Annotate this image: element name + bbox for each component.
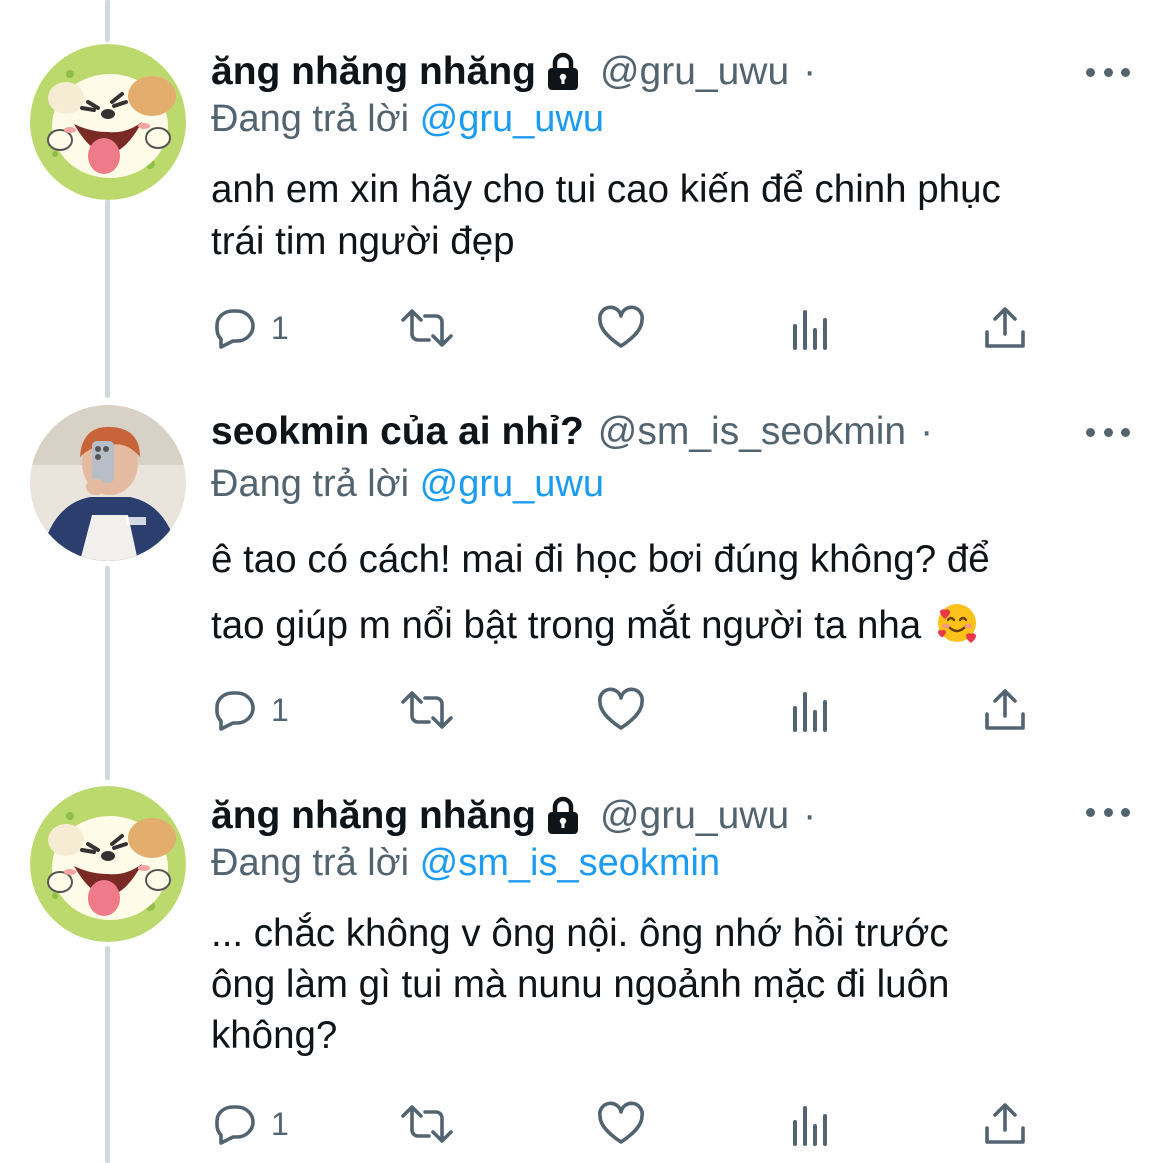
- tweet-text-line: ... chắc không v ông nội. ông nhớ hồi tr…: [211, 912, 949, 955]
- like-button[interactable]: [596, 1094, 646, 1154]
- more-icon[interactable]: [1086, 414, 1130, 450]
- handle[interactable]: @gru_uwu: [600, 794, 789, 838]
- analytics-icon: [791, 304, 835, 352]
- avatar[interactable]: [30, 786, 186, 942]
- action-bar: 1: [211, 1094, 1041, 1154]
- handle[interactable]: @sm_is_seokmin: [598, 410, 906, 454]
- share-icon: [981, 686, 1029, 734]
- tweet-text: ... chắc không v ông nội. ông nhớ hồi tr…: [211, 908, 1141, 1061]
- reply-button[interactable]: 1: [211, 298, 289, 358]
- share-button[interactable]: [981, 1094, 1029, 1154]
- replying-to-label: Đang trả lời: [211, 463, 410, 505]
- like-icon: [596, 304, 646, 352]
- tweet-text-line: trái tim người đẹp: [211, 220, 515, 263]
- reply-button[interactable]: 1: [211, 1094, 289, 1154]
- replying-to-mention[interactable]: @gru_uwu: [420, 98, 604, 140]
- separator-dot: ·: [803, 794, 817, 837]
- reply-icon: [211, 686, 259, 734]
- analytics-button[interactable]: [791, 680, 835, 740]
- action-bar: 1: [211, 680, 1041, 740]
- lock-icon: [544, 52, 582, 92]
- like-icon: [596, 1100, 646, 1148]
- analytics-icon: [791, 686, 835, 734]
- analytics-icon: [791, 1100, 835, 1148]
- tweet-text-line: không?: [211, 1014, 338, 1057]
- tweet-text-line: anh em xin hãy cho tui cao kiến để chinh…: [211, 168, 1001, 211]
- reply-count: 1: [271, 309, 289, 346]
- display-name[interactable]: ăng nhăng nhăng: [211, 794, 536, 838]
- lock-icon: [544, 796, 582, 836]
- analytics-button[interactable]: [791, 1094, 835, 1154]
- reply-count: 1: [271, 691, 289, 728]
- tweet-text-line: ê tao có cách! mai đi học bơi đúng không…: [211, 538, 990, 581]
- reply-count: 1: [271, 1105, 289, 1142]
- retweet-button[interactable]: [397, 1094, 457, 1154]
- like-button[interactable]: [596, 298, 646, 358]
- like-button[interactable]: [596, 680, 646, 740]
- action-bar: 1: [211, 298, 1041, 358]
- tweet-text: ê tao có cách! mai đi học bơi đúng không…: [211, 527, 1141, 659]
- replying-to: Đang trả lời @gru_uwu: [211, 94, 604, 144]
- handle[interactable]: @gru_uwu: [600, 50, 789, 94]
- smiling-face-with-hearts-icon: [936, 599, 978, 643]
- display-name[interactable]: ăng nhăng nhăng: [211, 50, 536, 94]
- separator-dot: ·: [920, 410, 934, 453]
- share-button[interactable]: [981, 298, 1029, 358]
- analytics-button[interactable]: [791, 298, 835, 358]
- tweet-text: anh em xin hãy cho tui cao kiến để chinh…: [211, 164, 1141, 268]
- avatar[interactable]: [30, 44, 186, 200]
- tweet[interactable]: seokmin của ai nhỉ? @sm_is_seokmin · Đan…: [0, 405, 1170, 765]
- replying-to-label: Đang trả lời: [211, 842, 410, 884]
- replying-to: Đang trả lời @gru_uwu: [211, 459, 604, 509]
- reply-icon: [211, 1100, 259, 1148]
- reply-button[interactable]: 1: [211, 680, 289, 740]
- replying-to-mention[interactable]: @gru_uwu: [420, 463, 604, 505]
- avatar[interactable]: [30, 405, 186, 561]
- more-icon[interactable]: [1086, 794, 1130, 830]
- tweet-text-line: tao giúp m nổi bật trong mắt người ta nh…: [211, 604, 922, 647]
- share-button[interactable]: [981, 680, 1029, 740]
- tweet-header: seokmin của ai nhỉ? @sm_is_seokmin ·: [211, 402, 1010, 462]
- retweet-button[interactable]: [397, 680, 457, 740]
- replying-to-mention[interactable]: @sm_is_seokmin: [420, 842, 720, 884]
- tweet-header: ăng nhăng nhăng @gru_uwu ·: [211, 42, 1010, 102]
- tweet[interactable]: ăng nhăng nhăng @gru_uwu · Đang trả lời …: [0, 786, 1170, 1163]
- tweet[interactable]: ăng nhăng nhăng @gru_uwu · Đang trả lời …: [0, 44, 1170, 384]
- more-icon[interactable]: [1086, 54, 1130, 90]
- retweet-icon: [397, 686, 457, 734]
- display-name[interactable]: seokmin của ai nhỉ?: [211, 410, 584, 454]
- replying-to-label: Đang trả lời: [211, 98, 410, 140]
- thread-line-top: [105, 0, 110, 42]
- tweet-header: ăng nhăng nhăng @gru_uwu ·: [211, 786, 1010, 846]
- retweet-icon: [397, 304, 457, 352]
- share-icon: [981, 304, 1029, 352]
- separator-dot: ·: [803, 50, 817, 93]
- like-icon: [596, 686, 646, 734]
- retweet-icon: [397, 1100, 457, 1148]
- share-icon: [981, 1100, 1029, 1148]
- tweet-text-line-with-emoji: tao giúp m nổi bật trong mắt người ta nh…: [211, 593, 1141, 659]
- tweet-text-line: ông làm gì tui mà nunu ngoảnh mặc đi luô…: [211, 963, 950, 1006]
- reply-icon: [211, 304, 259, 352]
- replying-to: Đang trả lời @sm_is_seokmin: [211, 838, 720, 888]
- retweet-button[interactable]: [397, 298, 457, 358]
